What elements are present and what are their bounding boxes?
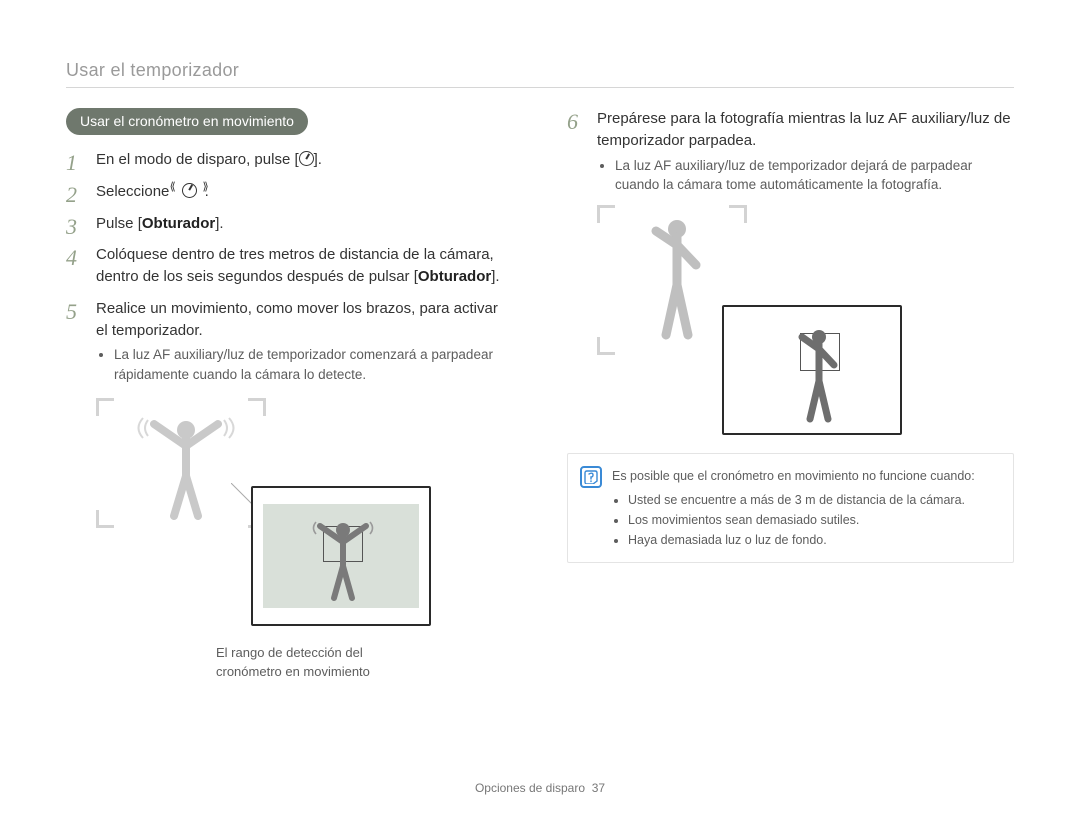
frame-corner-icon (248, 398, 266, 416)
step-6-bullets: La luz AF auxiliary/luz de temporizador … (597, 156, 1014, 195)
note-intro: Es posible que el cronómetro en movimien… (612, 466, 999, 486)
step-text-post: ]. (215, 215, 223, 232)
motion-timer-icon: ⟪⟫ (174, 181, 205, 203)
camera-monitor (722, 305, 902, 435)
step-2: Seleccione ⟪⟫. (66, 181, 513, 203)
frame-corner-icon (96, 398, 114, 416)
note-icon (580, 466, 602, 488)
monitor-screen (734, 319, 890, 421)
manual-page: Usar el temporizador Usar el cronómetro … (0, 0, 1080, 815)
step-bold: Obturador (418, 268, 491, 285)
person-posing-icon (642, 217, 712, 347)
person-small-icon (784, 327, 854, 427)
frame-corner-icon (96, 510, 114, 528)
step-text-post: ]. (314, 151, 322, 168)
step-text: Prepárese para la fotografía mientras la… (597, 110, 1011, 149)
section-pill: Usar el cronómetro en movimiento (66, 108, 308, 135)
left-column: Usar el cronómetro en movimiento En el m… (66, 108, 513, 681)
bullet: La luz AF auxiliary/luz de temporizador … (615, 156, 1014, 195)
steps-list-right: Prepárese para la fotografía mientras la… (567, 108, 1014, 195)
monitor-screen (263, 504, 419, 608)
step-text: En el modo de disparo, pulse [ (96, 151, 299, 168)
figure-caption: El rango de detección del cronómetro en … (216, 644, 416, 680)
step-text-post: ]. (491, 268, 499, 285)
footer-section: Opciones de disparo (475, 781, 585, 795)
step-text: Seleccione (96, 183, 174, 200)
step-5: Realice un movimiento, como mover los br… (66, 298, 513, 385)
step-1: En el modo de disparo, pulse []. (66, 149, 513, 171)
page-footer: Opciones de disparo 37 (0, 781, 1080, 795)
step-3: Pulse [Obturador]. (66, 213, 513, 235)
step-text: Pulse [ (96, 215, 142, 232)
figure-detection-range (96, 398, 416, 638)
timer-icon (299, 151, 314, 166)
note-bullet: Los movimientos sean demasiado sutiles. (628, 510, 999, 530)
page-title: Usar el temporizador (66, 60, 1014, 88)
right-column: Prepárese para la fotografía mientras la… (567, 108, 1014, 681)
note-bullet: Usted se encuentre a más de 3 m de dista… (628, 490, 999, 510)
note-bullet: Haya demasiada luz o luz de fondo. (628, 530, 999, 550)
step-bold: Obturador (142, 215, 215, 232)
frame-corner-icon (597, 337, 615, 355)
two-column-layout: Usar el cronómetro en movimiento En el m… (66, 108, 1014, 681)
figure-pose-ready (597, 205, 917, 435)
frame-corner-icon (597, 205, 615, 223)
step-4: Colóquese dentro de tres metros de dista… (66, 244, 513, 288)
step-text: Realice un movimiento, como mover los br… (96, 300, 498, 339)
camera-monitor (251, 486, 431, 626)
person-waving-icon (136, 416, 236, 526)
frame-corner-icon (729, 205, 747, 223)
footer-page-number: 37 (592, 781, 605, 795)
note-box: Es posible que el cronómetro en movimien… (567, 453, 1014, 563)
step-6: Prepárese para la fotografía mientras la… (567, 108, 1014, 195)
note-bullets: Usted se encuentre a más de 3 m de dista… (612, 490, 999, 550)
bullet: La luz AF auxiliary/luz de temporizador … (114, 345, 513, 384)
step-5-bullets: La luz AF auxiliary/luz de temporizador … (96, 345, 513, 384)
steps-list-left: En el modo de disparo, pulse []. Selecci… (66, 149, 513, 384)
person-small-icon (298, 518, 388, 608)
